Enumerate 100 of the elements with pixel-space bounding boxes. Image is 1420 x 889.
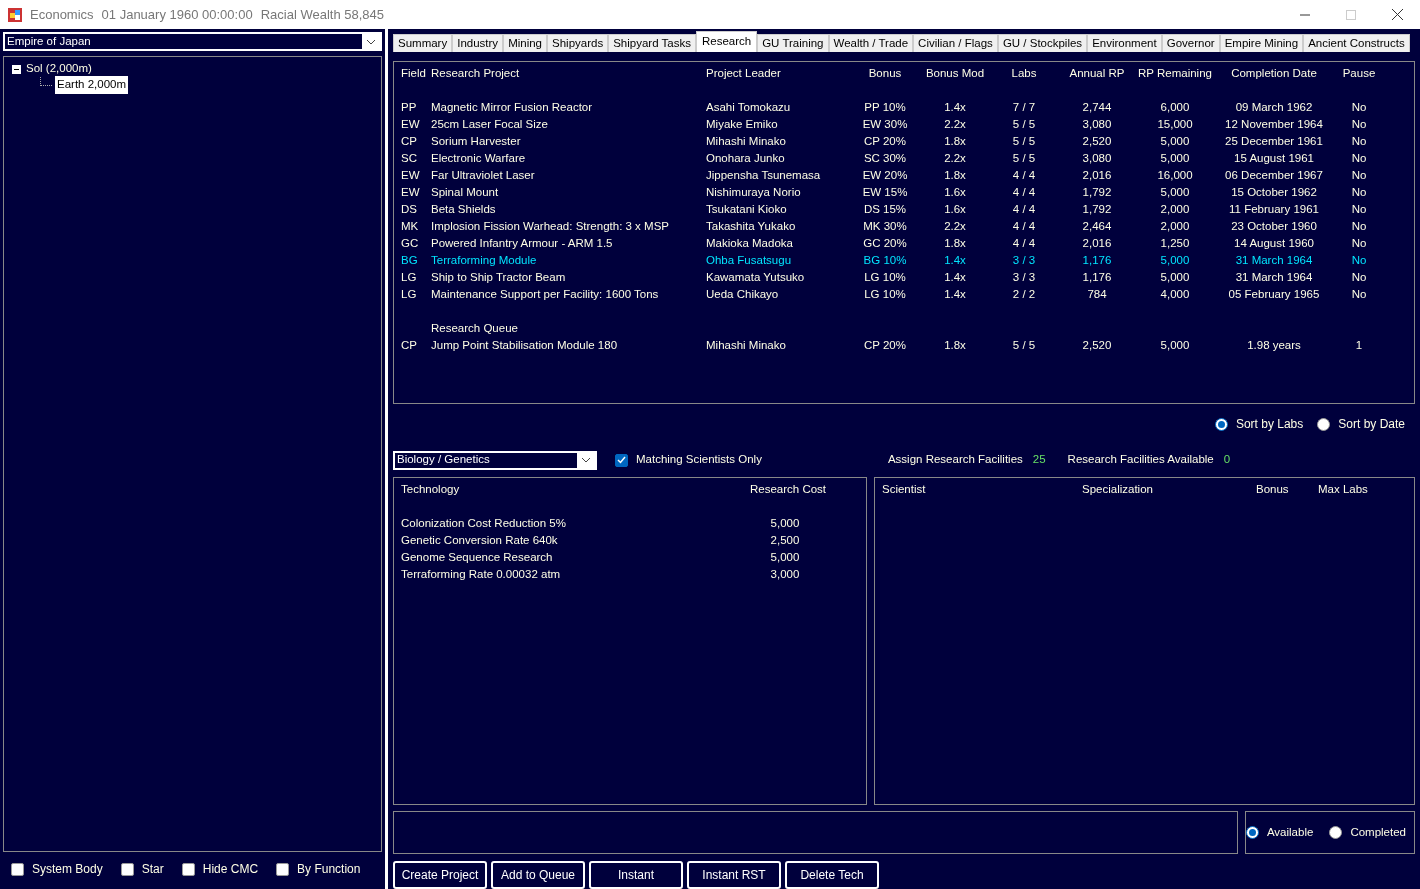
tab[interactable]: Empire Mining	[1219, 34, 1304, 52]
window-title: 01 January 1960 00:00:00	[101, 5, 253, 24]
table-cell-text: Asahi Tomokazu	[706, 100, 792, 115]
facility-label: Research Facilities Available	[1067, 452, 1214, 468]
table-cell-text: 2,016	[1081, 168, 1113, 183]
table-row[interactable]: LG Ship to Ship Tractor Beam Kawamata Yutsuko LG 10% 1.4x 3 / 3 1,176 5,000 31 March 1964 No	[401, 269, 1407, 286]
checkbox-label: Hide CMC	[202, 861, 259, 878]
table-cell-text: 1.98 years	[1246, 338, 1302, 353]
table-row[interactable]: LG Maintenance Support per Facility: 1600 Tons Ueda Chikayo LG 10% 1.4x 2 / 2 784 4,000 05 February 1965 No	[401, 286, 1407, 303]
table-cell-text: 2,000	[1159, 219, 1191, 234]
tree-item[interactable]: Earth 2,000m	[55, 76, 129, 94]
tab[interactable]: GU Training	[757, 34, 829, 52]
table-cell-text: DS 15%	[862, 202, 908, 217]
table-cell-text: MK	[401, 219, 420, 234]
table-cell-text: Takashita Yukako	[706, 219, 797, 234]
table-cell-text: Far Ultraviolet Laser	[431, 168, 536, 183]
table-cell-text: 1.4x	[943, 270, 967, 285]
tab[interactable]: Governor	[1161, 34, 1220, 52]
tab[interactable]: Wealth / Trade	[828, 34, 914, 52]
facility-label: Assign Research Facilities	[887, 452, 1023, 468]
checkbox[interactable]	[276, 862, 290, 876]
table-cell-text: 2,520	[1081, 134, 1113, 149]
table-cell-text: MK 30%	[862, 219, 908, 234]
table-cell-text: 14 August 1960	[1233, 236, 1315, 251]
action-button[interactable]: Create Project	[393, 861, 487, 889]
table-cell-text: Sorium Harvester	[431, 134, 522, 149]
table-cell-text: No	[1350, 117, 1368, 132]
table-cell-text: No	[1350, 168, 1368, 183]
column-header: Research Cost	[750, 481, 827, 497]
column-header: Research Project	[431, 66, 521, 81]
radio-button[interactable]	[1245, 826, 1259, 840]
table-row[interactable]: SC Electronic Warfare Onohara Junko SC 30% 2.2x 5 / 5 3,080 5,000 15 August 1961 No	[401, 150, 1407, 167]
table-row[interactable]: EW Far Ultraviolet Laser Jippensha Tsunemasa EW 20% 1.8x 4 / 4 2,016 16,000 06 December 1967 No	[401, 167, 1407, 184]
tab[interactable]: Shipyards	[547, 34, 609, 52]
action-button[interactable]: Add to Queue	[491, 861, 585, 889]
table-cell-text: 1,176	[1081, 270, 1113, 285]
table-cell-text: 5,000	[1159, 253, 1191, 268]
table-row[interactable]: GC Powered Infantry Armour - ARM 1.5 Makioka Madoka GC 20% 1.8x 4 / 4 2,016 1,250 14 August 1960 No	[401, 235, 1407, 252]
table-cell-text: Miyake Emiko	[706, 117, 779, 132]
dropdown-caret-icon	[362, 34, 380, 49]
table-cell-text: Colonization Cost Reduction 5%	[401, 515, 567, 531]
table-cell-text: Terraforming Module	[431, 253, 538, 268]
tab[interactable]: Civilian / Flags	[913, 34, 998, 52]
tab[interactable]: GU / Stockpiles	[997, 34, 1088, 52]
table-row[interactable]: MK Implosion Fission Warhead: Strength: 3 x MSP Takashita Yukako MK 30% 2.2x 4 / 4 2,464 2,000 23 October 1960 No	[401, 218, 1407, 235]
action-button[interactable]: Instant	[589, 861, 683, 889]
table-row[interactable]: PP Magnetic Mirror Fusion Reactor Asahi Tomokazu PP 10% 1.4x 7 / 7 2,744 6,000 09 March 1962 No	[401, 99, 1407, 116]
tab[interactable]: Mining	[503, 34, 547, 52]
tree-item[interactable]: Sol (2,000m)	[24, 60, 94, 78]
table-cell-text: 3,080	[1081, 151, 1113, 166]
table-cell-text: LG 10%	[863, 270, 907, 285]
table-cell-text: Implosion Fission Warhead: Strength: 3 x MSP	[431, 219, 670, 234]
table-cell-text: 12 November 1964	[1224, 117, 1324, 132]
table-row[interactable]: CP Jump Point Stabilisation Module 180 Mihashi Minako CP 20% 1.8x 5 / 5 2,520 5,000 1.98 years 1	[401, 337, 1407, 354]
table-cell-text: CP 20%	[863, 338, 907, 353]
table-row[interactable]: EW Spinal Mount Nishimuraya Norio EW 15% 1.6x 4 / 4 1,792 5,000 15 October 1962 No	[401, 184, 1407, 201]
table-cell-text: 2,464	[1081, 219, 1113, 234]
tab[interactable]: Shipyard Tasks	[608, 34, 696, 52]
tab[interactable]: Ancient Constructs	[1303, 34, 1410, 52]
table-cell-text: 5 / 5	[1011, 134, 1037, 149]
table-row[interactable]: DS Beta Shields Tsukatani Kioko DS 15% 1.6x 4 / 4 1,792 2,000 11 February 1961 No	[401, 201, 1407, 218]
table-cell-text: 4,000	[1159, 287, 1191, 302]
table-cell-text: 5 / 5	[1011, 338, 1037, 353]
column-header: Technology	[401, 481, 461, 497]
empire-dropdown[interactable]: Empire of Japan	[3, 32, 382, 51]
tab[interactable]: Industry	[452, 34, 504, 52]
tab[interactable]: Environment	[1087, 34, 1162, 52]
action-button[interactable]: Delete Tech	[785, 861, 879, 889]
table-cell-text: No	[1350, 151, 1368, 166]
radio-button[interactable]	[1329, 826, 1343, 840]
table-cell-text: Mihashi Minako	[706, 134, 787, 149]
checkbox[interactable]	[120, 862, 134, 876]
radio-button[interactable]	[1317, 417, 1331, 431]
table-row[interactable]: BG Terraforming Module Ohba Fusatsugu BG 10% 1.4x 3 / 3 1,176 5,000 31 March 1964 No	[401, 252, 1407, 269]
tab[interactable]: Summary	[393, 34, 453, 52]
table-cell-text: 1,250	[1159, 236, 1191, 251]
table-row[interactable]: CP Sorium Harvester Mihashi Minako CP 20% 1.8x 5 / 5 2,520 5,000 25 December 1961 No	[401, 133, 1407, 150]
table-cell-text: 2,500	[769, 532, 801, 548]
table-cell-text: 3,080	[1081, 117, 1113, 132]
table-cell-text: Jump Point Stabilisation Module 180	[431, 338, 619, 353]
table-cell-text: Nishimuraya Norio	[706, 185, 802, 200]
checkbox[interactable]	[11, 862, 24, 876]
table-row[interactable]: EW 25cm Laser Focal Size Miyake Emiko EW 30% 2.2x 5 / 5 3,080 15,000 12 November 1964 No	[401, 116, 1407, 133]
action-button[interactable]: Instant RST	[687, 861, 781, 889]
table-cell-text: PP	[401, 100, 418, 115]
tab[interactable]: Research	[695, 31, 758, 52]
table-cell-text: 23 October 1960	[1230, 219, 1318, 234]
column-header: Completion Date	[1230, 66, 1318, 81]
table-cell-text: EW 20%	[861, 168, 909, 183]
table-cell-text: 2,000	[1159, 202, 1191, 217]
table-cell-text: 2,744	[1081, 100, 1113, 115]
column-header: Max Labs	[1318, 481, 1368, 497]
checkbox[interactable]	[615, 453, 628, 467]
column-header: Pause	[1341, 66, 1377, 81]
radio-button[interactable]	[1214, 417, 1228, 431]
checkbox[interactable]	[181, 862, 195, 876]
column-header: Bonus	[867, 66, 903, 81]
expand-toggle-icon[interactable]	[12, 64, 21, 74]
table-cell-text: EW 15%	[861, 185, 909, 200]
field-dropdown[interactable]: Biology / Genetics	[393, 450, 597, 470]
